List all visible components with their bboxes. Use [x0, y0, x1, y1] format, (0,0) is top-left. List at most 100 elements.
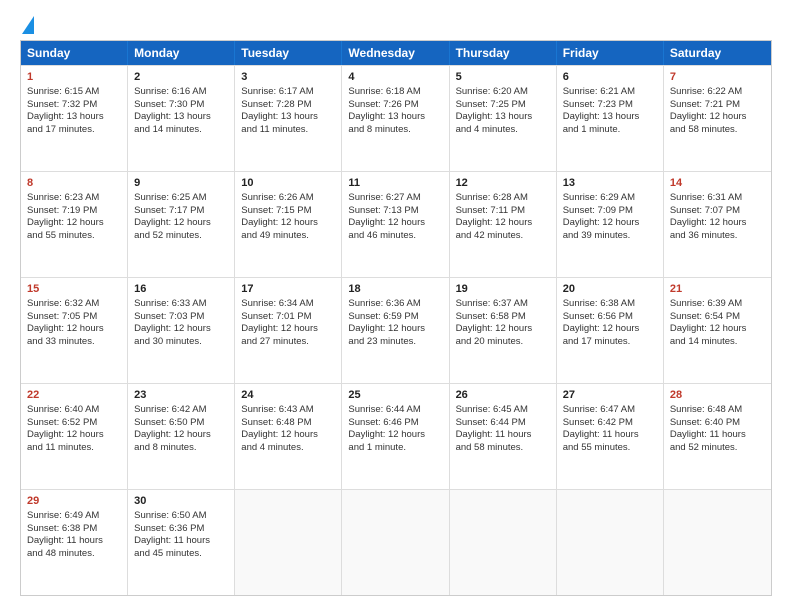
- calendar-cell: 24Sunrise: 6:43 AMSunset: 6:48 PMDayligh…: [235, 384, 342, 489]
- calendar-body: 1Sunrise: 6:15 AMSunset: 7:32 PMDaylight…: [21, 65, 771, 595]
- day-info: Daylight: 11 hours: [134, 535, 228, 548]
- calendar-row-4: 29Sunrise: 6:49 AMSunset: 6:38 PMDayligh…: [21, 489, 771, 595]
- calendar-cell: 27Sunrise: 6:47 AMSunset: 6:42 PMDayligh…: [557, 384, 664, 489]
- calendar-cell: 26Sunrise: 6:45 AMSunset: 6:44 PMDayligh…: [450, 384, 557, 489]
- header-day-wednesday: Wednesday: [342, 41, 449, 65]
- day-info: Sunset: 7:01 PM: [241, 311, 335, 324]
- day-info: Sunrise: 6:15 AM: [27, 86, 121, 99]
- day-number: 19: [456, 282, 550, 297]
- day-info: Daylight: 12 hours: [134, 217, 228, 230]
- day-info: Sunrise: 6:39 AM: [670, 298, 765, 311]
- day-info: Sunset: 7:15 PM: [241, 205, 335, 218]
- day-info: Sunrise: 6:43 AM: [241, 404, 335, 417]
- day-info: and 42 minutes.: [456, 230, 550, 243]
- day-info: Sunset: 6:54 PM: [670, 311, 765, 324]
- day-info: Sunrise: 6:20 AM: [456, 86, 550, 99]
- day-number: 24: [241, 388, 335, 403]
- day-number: 10: [241, 176, 335, 191]
- day-info: Daylight: 12 hours: [241, 323, 335, 336]
- calendar-cell: 30Sunrise: 6:50 AMSunset: 6:36 PMDayligh…: [128, 490, 235, 595]
- day-info: Daylight: 12 hours: [134, 429, 228, 442]
- calendar-cell: 1Sunrise: 6:15 AMSunset: 7:32 PMDaylight…: [21, 66, 128, 171]
- day-info: and 33 minutes.: [27, 336, 121, 349]
- day-info: Daylight: 11 hours: [27, 535, 121, 548]
- day-info: Sunrise: 6:29 AM: [563, 192, 657, 205]
- day-number: 13: [563, 176, 657, 191]
- day-number: 28: [670, 388, 765, 403]
- day-info: Sunset: 6:52 PM: [27, 417, 121, 430]
- logo-triangle-icon: [22, 16, 34, 34]
- day-info: Daylight: 11 hours: [563, 429, 657, 442]
- day-info: Sunrise: 6:34 AM: [241, 298, 335, 311]
- day-info: Daylight: 12 hours: [670, 111, 765, 124]
- header: [20, 16, 772, 30]
- day-info: and 8 minutes.: [348, 124, 442, 137]
- day-info: Sunset: 6:38 PM: [27, 523, 121, 536]
- day-info: Sunrise: 6:22 AM: [670, 86, 765, 99]
- day-info: Sunset: 7:07 PM: [670, 205, 765, 218]
- day-info: Sunset: 6:42 PM: [563, 417, 657, 430]
- day-info: Sunset: 6:58 PM: [456, 311, 550, 324]
- day-info: Sunrise: 6:36 AM: [348, 298, 442, 311]
- calendar-row-0: 1Sunrise: 6:15 AMSunset: 7:32 PMDaylight…: [21, 65, 771, 171]
- calendar-cell: 2Sunrise: 6:16 AMSunset: 7:30 PMDaylight…: [128, 66, 235, 171]
- day-info: Sunset: 7:25 PM: [456, 99, 550, 112]
- day-info: Sunset: 7:23 PM: [563, 99, 657, 112]
- day-info: Sunrise: 6:26 AM: [241, 192, 335, 205]
- day-info: Sunrise: 6:45 AM: [456, 404, 550, 417]
- day-info: Daylight: 13 hours: [134, 111, 228, 124]
- day-info: and 39 minutes.: [563, 230, 657, 243]
- calendar-cell: 12Sunrise: 6:28 AMSunset: 7:11 PMDayligh…: [450, 172, 557, 277]
- day-number: 25: [348, 388, 442, 403]
- calendar-row-2: 15Sunrise: 6:32 AMSunset: 7:05 PMDayligh…: [21, 277, 771, 383]
- logo: [20, 16, 34, 30]
- calendar-cell: [664, 490, 771, 595]
- calendar-cell: 16Sunrise: 6:33 AMSunset: 7:03 PMDayligh…: [128, 278, 235, 383]
- day-info: Sunrise: 6:50 AM: [134, 510, 228, 523]
- calendar-cell: 19Sunrise: 6:37 AMSunset: 6:58 PMDayligh…: [450, 278, 557, 383]
- day-number: 14: [670, 176, 765, 191]
- day-info: Daylight: 12 hours: [348, 323, 442, 336]
- calendar-cell: 29Sunrise: 6:49 AMSunset: 6:38 PMDayligh…: [21, 490, 128, 595]
- calendar-cell: 10Sunrise: 6:26 AMSunset: 7:15 PMDayligh…: [235, 172, 342, 277]
- day-number: 26: [456, 388, 550, 403]
- day-info: Sunset: 7:13 PM: [348, 205, 442, 218]
- calendar-cell: 22Sunrise: 6:40 AMSunset: 6:52 PMDayligh…: [21, 384, 128, 489]
- day-info: and 23 minutes.: [348, 336, 442, 349]
- day-number: 11: [348, 176, 442, 191]
- day-info: and 1 minute.: [563, 124, 657, 137]
- day-info: Sunrise: 6:44 AM: [348, 404, 442, 417]
- day-info: and 52 minutes.: [134, 230, 228, 243]
- day-info: and 55 minutes.: [27, 230, 121, 243]
- calendar-cell: 20Sunrise: 6:38 AMSunset: 6:56 PMDayligh…: [557, 278, 664, 383]
- day-number: 22: [27, 388, 121, 403]
- day-info: and 36 minutes.: [670, 230, 765, 243]
- day-info: Sunrise: 6:18 AM: [348, 86, 442, 99]
- day-info: and 58 minutes.: [670, 124, 765, 137]
- day-info: and 49 minutes.: [241, 230, 335, 243]
- day-number: 9: [134, 176, 228, 191]
- calendar-cell: 3Sunrise: 6:17 AMSunset: 7:28 PMDaylight…: [235, 66, 342, 171]
- calendar-cell: 18Sunrise: 6:36 AMSunset: 6:59 PMDayligh…: [342, 278, 449, 383]
- day-info: Sunrise: 6:23 AM: [27, 192, 121, 205]
- day-info: Sunset: 7:03 PM: [134, 311, 228, 324]
- day-info: Sunset: 6:46 PM: [348, 417, 442, 430]
- day-info: Daylight: 13 hours: [27, 111, 121, 124]
- day-info: Sunrise: 6:25 AM: [134, 192, 228, 205]
- day-info: Daylight: 12 hours: [563, 323, 657, 336]
- day-info: Sunrise: 6:42 AM: [134, 404, 228, 417]
- day-info: Sunset: 7:28 PM: [241, 99, 335, 112]
- day-info: Sunrise: 6:17 AM: [241, 86, 335, 99]
- day-info: Sunset: 7:32 PM: [27, 99, 121, 112]
- day-number: 30: [134, 494, 228, 509]
- day-info: and 17 minutes.: [27, 124, 121, 137]
- day-info: Daylight: 12 hours: [27, 323, 121, 336]
- day-info: Daylight: 13 hours: [241, 111, 335, 124]
- day-number: 16: [134, 282, 228, 297]
- header-day-thursday: Thursday: [450, 41, 557, 65]
- day-info: Sunset: 6:50 PM: [134, 417, 228, 430]
- calendar-cell: [557, 490, 664, 595]
- calendar-cell: 28Sunrise: 6:48 AMSunset: 6:40 PMDayligh…: [664, 384, 771, 489]
- day-info: Sunset: 6:44 PM: [456, 417, 550, 430]
- day-info: Daylight: 13 hours: [348, 111, 442, 124]
